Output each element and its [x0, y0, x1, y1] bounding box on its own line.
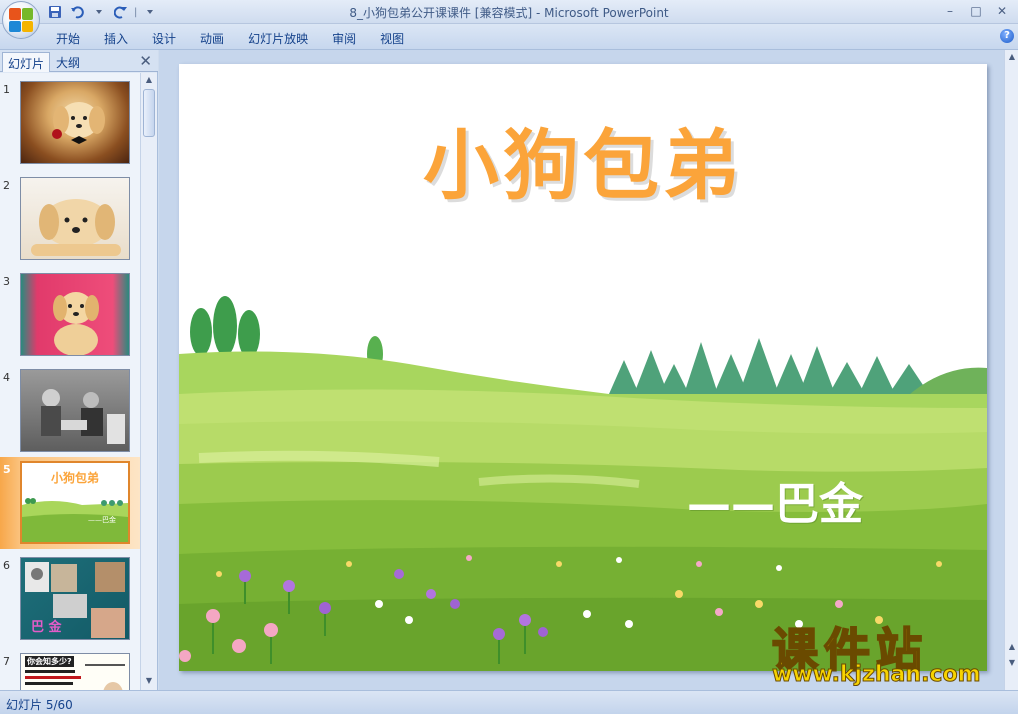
next-slide-icon[interactable]: ▼	[1006, 658, 1018, 670]
minimize-button[interactable]: –	[938, 2, 962, 20]
slide-number: 4	[3, 371, 10, 384]
slide-counter: 幻灯片 5/60	[6, 698, 73, 712]
slide-thumbnail[interactable]: 6 巴 金	[0, 553, 140, 645]
slide-thumbnail[interactable]: 4	[0, 365, 140, 457]
slides-panel: 幻灯片 大纲 ✕ 1 2 3 4 5 小狗包弟 ——巴金 6 巴 金 7 你会知…	[0, 50, 158, 690]
scroll-up-icon[interactable]: ▲	[1006, 52, 1018, 64]
thumbnail-title: 小狗包弟	[50, 471, 99, 485]
scroll-down-icon[interactable]: ▼	[143, 676, 155, 688]
slide-thumbnail[interactable]: 7 你会知多少?	[0, 649, 140, 690]
scrollbar-thumb[interactable]	[143, 89, 155, 137]
tab-animations[interactable]: 动画	[188, 28, 236, 49]
office-logo-icon	[9, 8, 33, 32]
slide-editing-area: 小狗包弟 ——巴金	[159, 50, 1004, 690]
maximize-button[interactable]: □	[964, 2, 988, 20]
close-panel-icon[interactable]: ✕	[139, 52, 152, 70]
tab-review[interactable]: 审阅	[320, 28, 368, 49]
thumbnail-scrollbar[interactable]: ▲ ▼	[140, 73, 157, 690]
tab-outline[interactable]: 大纲	[51, 52, 85, 72]
text-slide-thumbnail: 你会知多少?	[20, 653, 130, 690]
slide-number: 5	[3, 463, 11, 476]
document-name: 8_小狗包弟公开课课件 [兼容模式]	[349, 6, 533, 20]
ribbon-tabs: 开始 插入 设计 动画 幻灯片放映 审阅 视图	[44, 28, 416, 49]
title-separator: -	[532, 6, 545, 20]
current-slide[interactable]: 小狗包弟 ——巴金	[179, 64, 987, 671]
site-watermark: 课件站 www.kjzhan.com	[768, 614, 1000, 694]
slide-number: 1	[3, 83, 10, 96]
tab-design[interactable]: 设计	[140, 28, 188, 49]
slide-thumbnail[interactable]: 3	[0, 269, 140, 361]
window-controls: – □ ✕	[938, 2, 1014, 20]
slide-title[interactable]: 小狗包弟	[179, 104, 987, 214]
tab-view[interactable]: 视图	[368, 28, 416, 49]
ribbon-tab-bar: 开始 插入 设计 动画 幻灯片放映 审阅 视图 ?	[0, 24, 1018, 50]
puppy-photo-thumbnail	[20, 177, 130, 260]
slide-number: 2	[3, 179, 10, 192]
tab-slides[interactable]: 幻灯片	[2, 52, 51, 72]
slide-number: 7	[3, 655, 10, 668]
office-button[interactable]	[2, 1, 40, 39]
current-slide-thumbnail: 小狗包弟 ——巴金	[20, 461, 130, 544]
tab-slide-show[interactable]: 幻灯片放映	[236, 28, 320, 49]
thumbnail-author: ——巴金	[88, 516, 116, 524]
thumbnail-caption: 巴 金	[31, 620, 62, 635]
thumbnail-caption: 你会知多少?	[25, 656, 74, 667]
puppy-photo-thumbnail	[20, 273, 130, 356]
slide-thumbnail[interactable]: 2	[0, 173, 140, 265]
old-photo-thumbnail	[20, 369, 130, 452]
slide-thumbnail-list: 1 2 3 4 5 小狗包弟 ——巴金 6 巴 金 7 你会知多少?	[0, 73, 140, 690]
close-button[interactable]: ✕	[990, 2, 1014, 20]
tab-home[interactable]: 开始	[44, 28, 92, 49]
slide-thumbnail-selected[interactable]: 5 小狗包弟 ——巴金	[0, 457, 140, 549]
tab-insert[interactable]: 插入	[92, 28, 140, 49]
panel-tab-bar: 幻灯片 大纲 ✕	[0, 50, 158, 72]
portrait-collage-thumbnail: 巴 金	[20, 557, 130, 640]
watermark-url: www.kjzhan.com	[772, 662, 982, 688]
window-title: 8_小狗包弟公开课课件 [兼容模式] - Microsoft PowerPoin…	[0, 4, 1018, 21]
slide-number: 6	[3, 559, 10, 572]
slide-author[interactable]: ——巴金	[687, 468, 863, 532]
title-bar: | 8_小狗包弟公开课课件 [兼容模式] - Microsoft PowerPo…	[0, 0, 1018, 24]
previous-slide-icon[interactable]: ▲	[1006, 642, 1018, 654]
slide-scrollbar[interactable]: ▲ ▲ ▼	[1004, 50, 1018, 690]
puppy-photo-thumbnail	[20, 81, 130, 164]
help-icon[interactable]: ?	[1000, 29, 1014, 43]
application-name: Microsoft PowerPoint	[544, 6, 669, 20]
scroll-up-icon[interactable]: ▲	[143, 75, 155, 87]
slide-number: 3	[3, 275, 10, 288]
slide-thumbnail[interactable]: 1	[0, 77, 140, 169]
status-bar: 幻灯片 5/60	[0, 690, 1018, 714]
